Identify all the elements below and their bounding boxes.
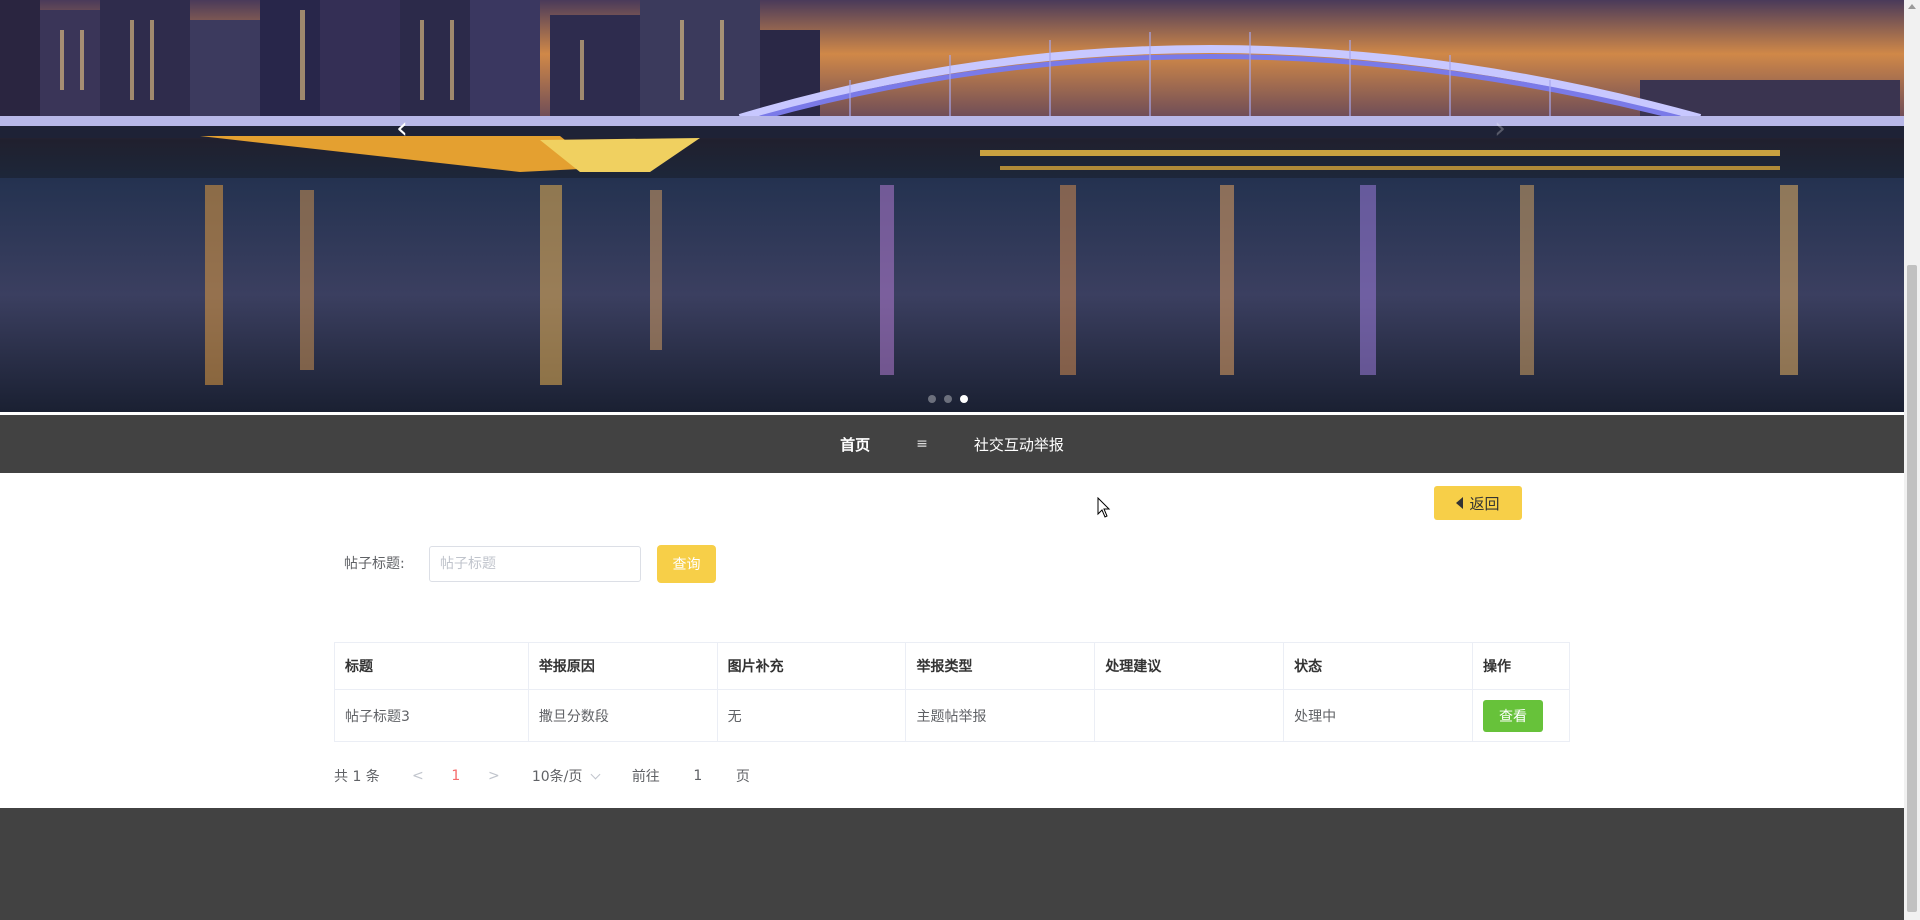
column-header-reason: 举报原因: [528, 642, 718, 690]
caret-left-icon: [1456, 497, 1464, 509]
banner-carousel: ‹ ›: [0, 0, 1904, 412]
nav-separator-icon: ≡: [916, 436, 928, 452]
back-button-label: 返回: [1469, 494, 1500, 513]
cell-type: 主题帖举报: [905, 689, 1096, 742]
goto-prefix: 前往: [631, 769, 660, 785]
table-row: 帖子标题3 撒旦分数段 无 主题帖举报 处理中 查看: [334, 689, 1571, 742]
pagination: 共 1 条 < 1 > 10条/页 前往 1 页: [334, 766, 750, 786]
scroll-thumb[interactable]: [1907, 265, 1917, 912]
cell-title: 帖子标题3: [334, 689, 529, 742]
pagination-prev-button[interactable]: <: [398, 768, 438, 784]
breadcrumb-nav: 首页 ≡ 社交互动举报: [0, 415, 1904, 473]
carousel-indicator-3[interactable]: [960, 395, 968, 403]
pagination-jumper: 前往 1 页: [632, 766, 750, 786]
carousel-indicator-1[interactable]: [928, 395, 936, 403]
table-header-row: 标题 举报原因 图片补充 举报类型 处理建议 状态 操作: [334, 642, 1571, 690]
cell-image: 无: [717, 689, 907, 742]
page-size-select[interactable]: 10条/页: [532, 766, 632, 786]
column-header-action: 操作: [1472, 642, 1571, 690]
nav-current-page: 社交互动举报: [973, 435, 1064, 454]
cell-suggestion: [1094, 689, 1285, 742]
footer: [0, 808, 1904, 920]
carousel-next-arrow[interactable]: ›: [1480, 108, 1520, 148]
cell-action: 查看: [1472, 689, 1571, 742]
mouse-pointer-icon: [1097, 497, 1111, 518]
nav-home-link[interactable]: 首页: [840, 434, 870, 455]
scroll-up-arrow-icon[interactable]: [1908, 4, 1916, 9]
chevron-down-icon: [590, 769, 601, 779]
column-header-suggestion: 处理建议: [1094, 642, 1285, 690]
view-button[interactable]: 查看: [1482, 699, 1543, 732]
column-header-title: 标题: [334, 642, 529, 690]
pagination-total: 共 1 条: [334, 769, 380, 785]
column-header-type: 举报类型: [905, 642, 1096, 690]
goto-suffix: 页: [735, 769, 750, 785]
carousel-prev-arrow[interactable]: ‹: [382, 108, 422, 148]
cell-reason: 撒旦分数段: [528, 689, 718, 742]
cell-status: 处理中: [1283, 689, 1473, 742]
page-size-value: 10条/页: [531, 769, 583, 785]
city-bridge-image: [0, 0, 1904, 412]
pagination-page-1[interactable]: 1: [438, 768, 474, 784]
column-header-image: 图片补充: [717, 642, 907, 690]
carousel-indicators: [928, 395, 968, 403]
search-button[interactable]: 查询: [657, 545, 716, 583]
search-label: 帖子标题:: [344, 556, 405, 572]
goto-page-input[interactable]: 1: [678, 768, 718, 784]
back-button[interactable]: 返回: [1434, 486, 1522, 520]
search-input[interactable]: [429, 546, 641, 582]
carousel-indicator-2[interactable]: [944, 395, 952, 403]
column-header-status: 状态: [1283, 642, 1473, 690]
pagination-next-button[interactable]: >: [474, 768, 514, 784]
report-table: 标题 举报原因 图片补充 举报类型 处理建议 状态 操作 帖子标题3 撒旦分数段…: [334, 642, 1571, 742]
page-scrollbar[interactable]: [1904, 0, 1920, 920]
